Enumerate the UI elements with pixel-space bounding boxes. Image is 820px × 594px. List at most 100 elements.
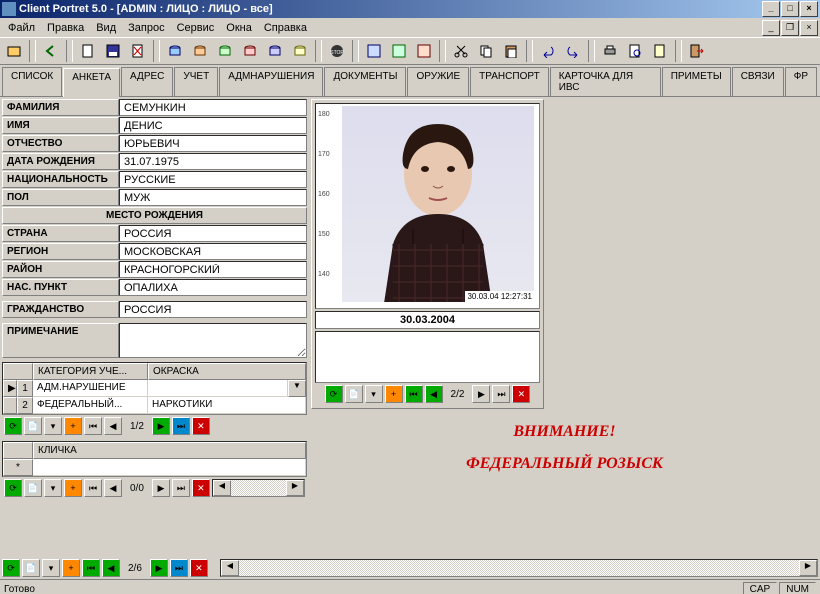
scroll-right-icon[interactable]: ▶: [799, 560, 817, 576]
nav-menu-icon[interactable]: ▾: [44, 417, 62, 435]
nav-doc-icon[interactable]: 📄: [345, 385, 363, 403]
nav-next-icon[interactable]: ▶: [152, 479, 170, 497]
nav-delete-icon[interactable]: ✕: [192, 479, 210, 497]
grid1-col1[interactable]: КАТЕГОРИЯ УЧЕ...: [33, 363, 148, 380]
tab-address[interactable]: АДРЕС: [121, 67, 173, 96]
nav-refresh-icon[interactable]: ⟳: [4, 417, 22, 435]
nav-first-icon[interactable]: ⏮: [84, 479, 102, 497]
name-field[interactable]: [119, 117, 307, 134]
nav-refresh-icon[interactable]: ⟳: [325, 385, 343, 403]
nav-last-icon[interactable]: ⏭: [492, 385, 510, 403]
tab-links[interactable]: СВЯЗИ: [732, 67, 784, 96]
nav-menu-icon[interactable]: ▾: [44, 479, 62, 497]
toolbar-db5-icon[interactable]: [263, 39, 287, 63]
tab-docs[interactable]: ДОКУМЕНТЫ: [324, 67, 406, 96]
table-row[interactable]: *: [3, 459, 306, 476]
tab-weapon[interactable]: ОРУЖИЕ: [407, 67, 469, 96]
tab-list[interactable]: СПИСОК: [2, 67, 62, 96]
toolbar-db2-icon[interactable]: [188, 39, 212, 63]
nav-last-icon[interactable]: ⏭: [170, 559, 188, 577]
toolbar-exit-icon[interactable]: [685, 39, 709, 63]
toolbar-print-icon[interactable]: [598, 39, 622, 63]
sex-field[interactable]: [119, 189, 307, 206]
photo-caption-field[interactable]: [315, 331, 540, 383]
nav-add-icon[interactable]: +: [64, 479, 82, 497]
mdi-restore-button[interactable]: ❐: [781, 20, 799, 36]
tab-fr[interactable]: ФР: [785, 67, 817, 96]
nav-prev-icon[interactable]: ◀: [104, 417, 122, 435]
nav-next-icon[interactable]: ▶: [472, 385, 490, 403]
menu-query[interactable]: Запрос: [122, 20, 170, 36]
toolbar-report-icon[interactable]: [648, 39, 672, 63]
toolbar-redo-icon[interactable]: [561, 39, 585, 63]
citizenship-field[interactable]: [119, 301, 307, 318]
table-row[interactable]: ▶ 1 АДМ.НАРУШЕНИЕ ▼: [3, 380, 306, 397]
toolbar-paste-icon[interactable]: [499, 39, 523, 63]
grid1-r1c2[interactable]: [148, 380, 288, 397]
maximize-button[interactable]: □: [781, 1, 799, 17]
nav-prev-icon[interactable]: ◀: [425, 385, 443, 403]
nav-prev-icon[interactable]: ◀: [102, 559, 120, 577]
toolbar-form1-icon[interactable]: [362, 39, 386, 63]
nav-prev-icon[interactable]: ◀: [104, 479, 122, 497]
tab-anketa[interactable]: АНКЕТА: [63, 68, 120, 97]
nav-delete-icon[interactable]: ✕: [512, 385, 530, 403]
toolbar-back-icon[interactable]: [39, 39, 63, 63]
minimize-button[interactable]: _: [762, 1, 780, 17]
nav-delete-icon[interactable]: ✕: [192, 417, 210, 435]
notes-field[interactable]: [119, 323, 307, 358]
nav-doc-icon[interactable]: 📄: [22, 559, 40, 577]
toolbar-delete-icon[interactable]: [126, 39, 150, 63]
nav-refresh-icon[interactable]: ⟳: [4, 479, 22, 497]
toolbar-form2-icon[interactable]: [387, 39, 411, 63]
menu-edit[interactable]: Правка: [41, 20, 90, 36]
mdi-close-button[interactable]: ×: [800, 20, 818, 36]
toolbar-preview-icon[interactable]: [623, 39, 647, 63]
surname-field[interactable]: [119, 99, 307, 116]
patronymic-field[interactable]: [119, 135, 307, 152]
menu-service[interactable]: Сервис: [171, 20, 221, 36]
tab-signs[interactable]: ПРИМЕТЫ: [662, 67, 731, 96]
nav-first-icon[interactable]: ⏮: [82, 559, 100, 577]
nav-menu-icon[interactable]: ▾: [42, 559, 60, 577]
menu-help[interactable]: Справка: [258, 20, 313, 36]
nationality-field[interactable]: [119, 171, 307, 188]
nav-doc-icon[interactable]: 📄: [24, 417, 42, 435]
tab-ivs[interactable]: КАРТОЧКА ДЛЯ ИВС: [550, 67, 661, 96]
nav-delete-icon[interactable]: ✕: [190, 559, 208, 577]
toolbar-cut-icon[interactable]: [449, 39, 473, 63]
nav-menu-icon[interactable]: ▾: [365, 385, 383, 403]
tab-adm[interactable]: АДМНАРУШЕНИЯ: [219, 67, 323, 96]
close-button[interactable]: ×: [800, 1, 818, 17]
nav-first-icon[interactable]: ⏮: [84, 417, 102, 435]
nav-add-icon[interactable]: +: [62, 559, 80, 577]
menu-windows[interactable]: Окна: [220, 20, 258, 36]
toolbar-undo-icon[interactable]: [536, 39, 560, 63]
table-row[interactable]: 2 ФЕДЕРАЛЬНЫЙ... НАРКОТИКИ: [3, 397, 306, 414]
town-field[interactable]: [119, 279, 307, 296]
nav-add-icon[interactable]: +: [64, 417, 82, 435]
nav-doc-icon[interactable]: 📄: [24, 479, 42, 497]
mdi-minimize-button[interactable]: _: [762, 20, 780, 36]
toolbar-open-icon[interactable]: [2, 39, 26, 63]
toolbar-new-icon[interactable]: [76, 39, 100, 63]
nav-first-icon[interactable]: ⏮: [405, 385, 423, 403]
grid1-col2[interactable]: ОКРАСКА: [148, 363, 306, 380]
region-field[interactable]: [119, 243, 307, 260]
scroll-right-icon[interactable]: ▶: [286, 480, 304, 496]
dropdown-icon[interactable]: ▼: [288, 380, 306, 397]
toolbar-db1-icon[interactable]: [163, 39, 187, 63]
menu-file[interactable]: Файл: [2, 20, 41, 36]
toolbar-form3-icon[interactable]: [412, 39, 436, 63]
grid1-r2c1[interactable]: ФЕДЕРАЛЬНЫЙ...: [33, 397, 148, 414]
toolbar-db6-icon[interactable]: [288, 39, 312, 63]
nav-next-icon[interactable]: ▶: [150, 559, 168, 577]
grid1-r1c1[interactable]: АДМ.НАРУШЕНИЕ: [33, 380, 148, 397]
grid1-r2c2[interactable]: НАРКОТИКИ: [148, 397, 306, 414]
country-field[interactable]: [119, 225, 307, 242]
tab-transport[interactable]: ТРАНСПОРТ: [470, 67, 549, 96]
scroll-left-icon[interactable]: ◀: [221, 560, 239, 576]
nav-next-icon[interactable]: ▶: [152, 417, 170, 435]
nav-refresh-icon[interactable]: ⟳: [2, 559, 20, 577]
scroll-track[interactable]: [231, 480, 286, 496]
